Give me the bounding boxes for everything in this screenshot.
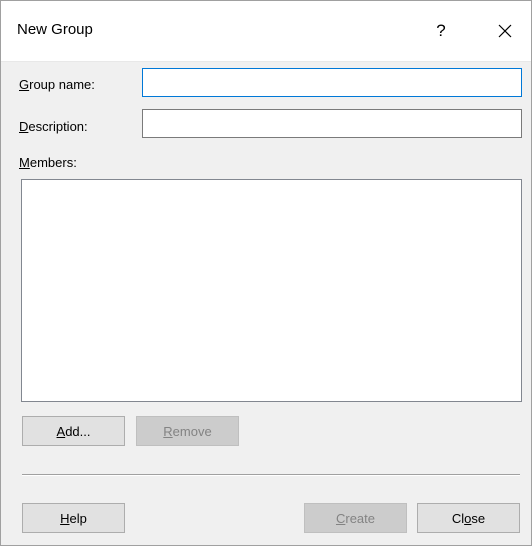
help-title-button[interactable]: ? xyxy=(421,15,461,47)
remove-mnemonic: R xyxy=(163,423,173,439)
create-mnemonic: C xyxy=(335,510,346,526)
description-mnemonic: D xyxy=(19,119,29,134)
dialog-body: Group name: Description: Members: Add...… xyxy=(1,62,531,545)
add-mnemonic: A xyxy=(56,423,66,439)
group-name-label-text: roup name: xyxy=(29,77,95,92)
close-label-prefix: Cl xyxy=(451,510,465,526)
help-icon: ? xyxy=(436,21,446,40)
add-button[interactable]: Add... xyxy=(22,416,125,446)
title-bar[interactable]: New Group ? xyxy=(1,1,531,62)
group-name-input[interactable] xyxy=(142,68,522,97)
description-label: Description: xyxy=(19,119,88,134)
help-label: elp xyxy=(69,510,87,526)
description-label-text: escription: xyxy=(28,119,88,134)
help-mnemonic: H xyxy=(60,510,70,526)
remove-label: emove xyxy=(172,423,212,439)
close-icon xyxy=(498,24,512,38)
create-button[interactable]: Create xyxy=(304,503,407,533)
separator xyxy=(22,474,520,476)
description-input[interactable] xyxy=(142,109,522,138)
close-title-button[interactable] xyxy=(485,15,525,47)
close-label-suffix: se xyxy=(471,510,486,526)
remove-button[interactable]: Remove xyxy=(136,416,239,446)
add-label: dd... xyxy=(65,423,91,439)
close-button[interactable]: Cl o se xyxy=(417,503,520,533)
new-group-dialog: New Group ? Group name: Description: Mem… xyxy=(0,0,532,546)
close-mnemonic: o xyxy=(464,510,472,526)
help-button[interactable]: Help xyxy=(22,503,125,533)
members-list[interactable] xyxy=(21,179,522,402)
members-label-text: embers: xyxy=(29,155,77,170)
members-label: Members: xyxy=(19,155,77,170)
dialog-title: New Group xyxy=(17,21,93,38)
create-label: reate xyxy=(345,510,376,526)
group-name-label: Group name: xyxy=(19,77,95,92)
group-name-mnemonic: G xyxy=(19,77,30,92)
members-mnemonic: M xyxy=(19,155,30,170)
